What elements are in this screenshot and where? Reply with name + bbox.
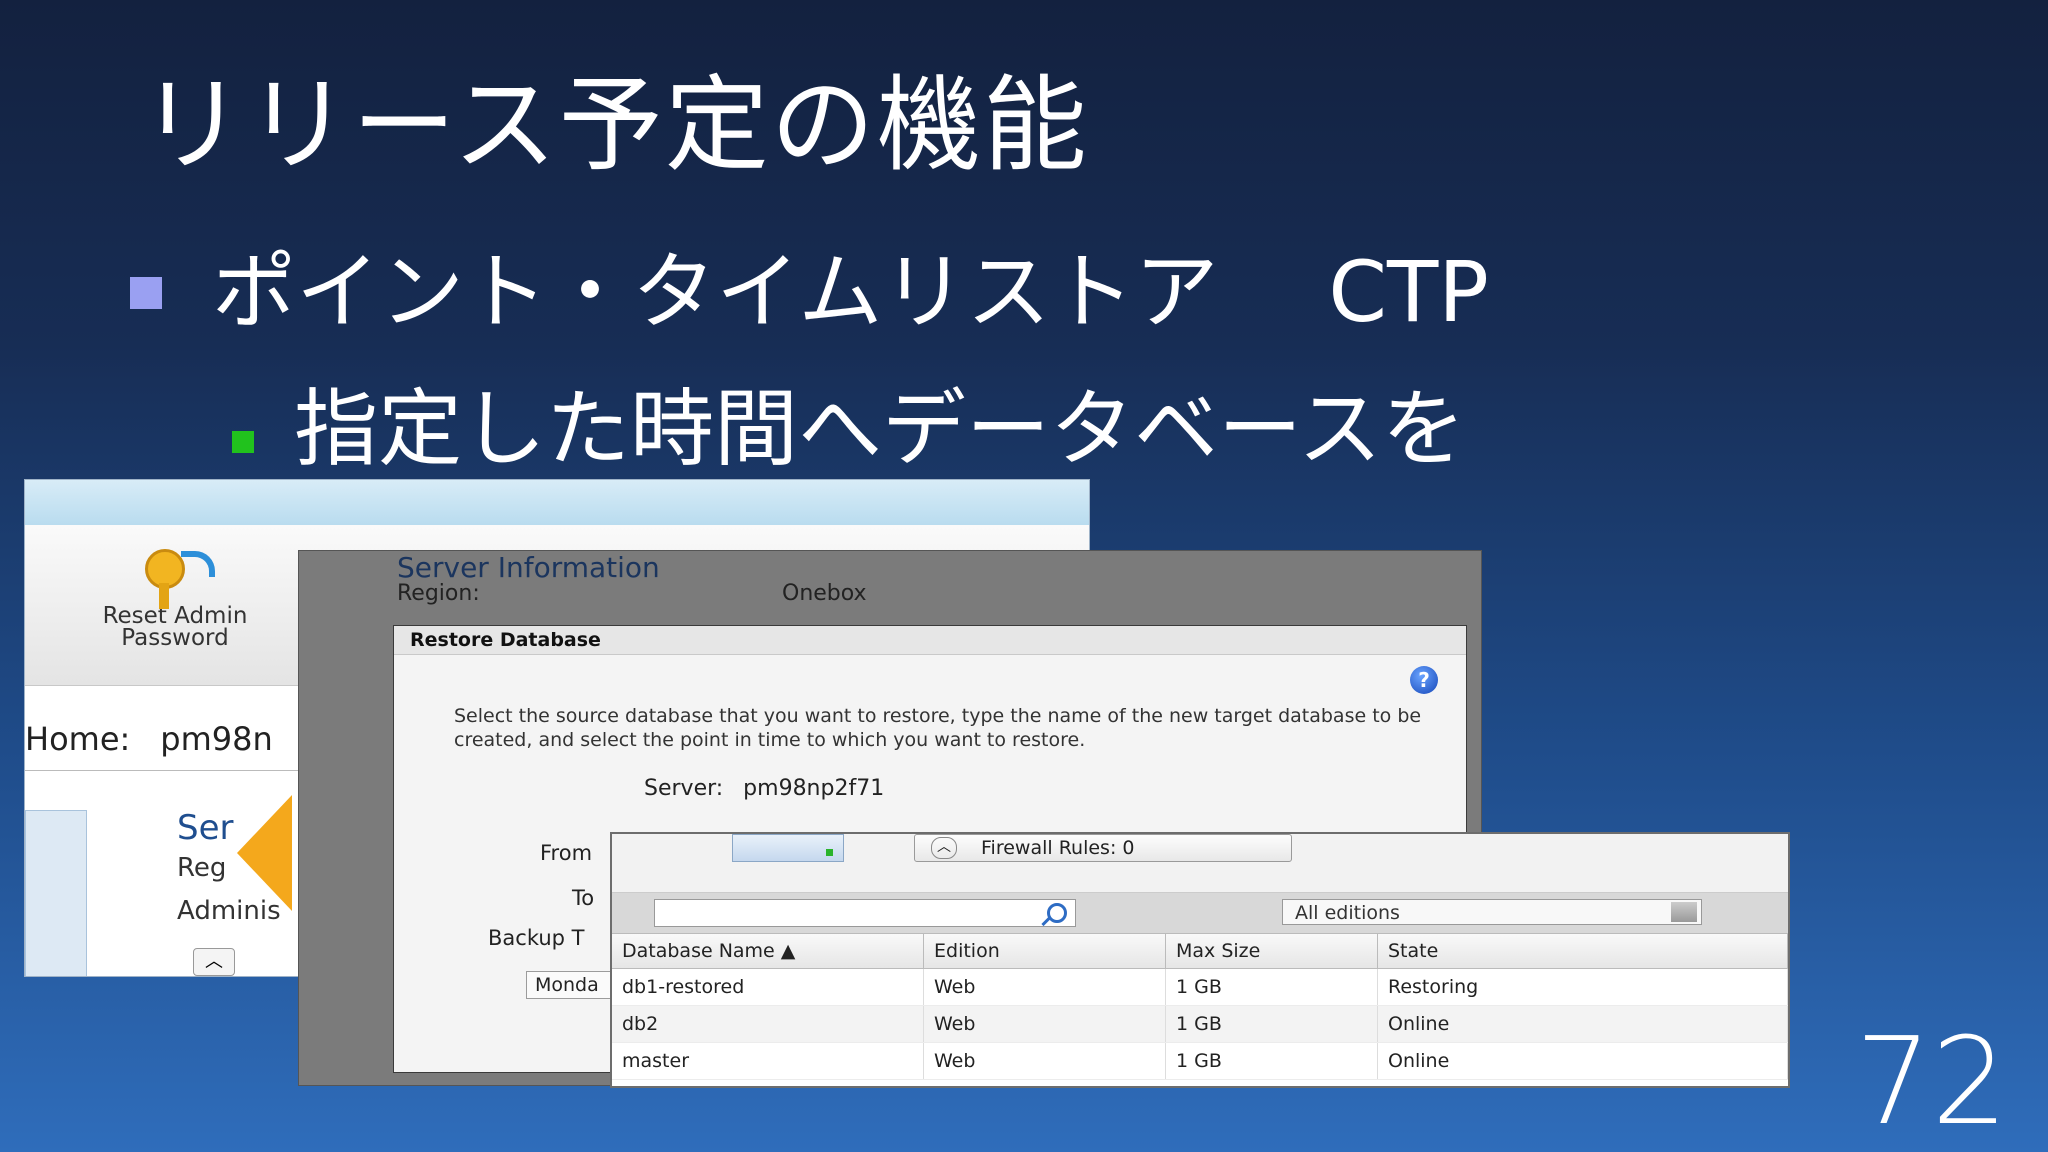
max-size-cell: 1 GB (1165, 1042, 1378, 1080)
page-number: 72 (1855, 1013, 2008, 1152)
edition-filter-value: All editions (1295, 902, 1400, 924)
from-label: From (540, 841, 593, 865)
column-database-name[interactable]: Database Name ▲ (612, 934, 924, 969)
navigation-panel[interactable] (25, 810, 87, 976)
firewall-rules-label: Firewall Rules: 0 (981, 837, 1135, 859)
state-cell: Restoring (1377, 968, 1788, 1006)
region-label: Region: (397, 581, 480, 606)
max-size-cell: 1 GB (1165, 1005, 1378, 1043)
sub-bullet: 指定した時間へデータベースを (232, 362, 1466, 483)
chevron-down-icon[interactable] (1671, 902, 1697, 922)
region-row: Region: Onebox (397, 581, 997, 606)
bullet-marker (130, 277, 162, 309)
table-row[interactable]: master Web 1 GB Online (612, 1042, 1788, 1080)
edition-cell: Web (923, 1005, 1166, 1043)
table-header-row: Database Name ▲ Edition Max Size State (612, 934, 1788, 969)
bullet-point-in-time-restore: ポイント・タイムリストア CTP (130, 225, 1489, 346)
state-cell: Online (1377, 1005, 1788, 1043)
region-label: Reg (177, 853, 227, 883)
chevron-up-icon: ︿ (931, 837, 957, 859)
slide-title: リリース予定の機能 (140, 64, 1089, 186)
bullet1-text: ポイント・タイムリストア (212, 243, 1219, 341)
key-icon (135, 545, 215, 609)
sub-bullet-marker (232, 431, 254, 453)
column-max-size[interactable]: Max Size (1165, 934, 1378, 969)
database-search-input[interactable] (654, 899, 1076, 927)
server-label: Server: (644, 776, 724, 801)
chevron-up-icon[interactable]: ︿ (193, 948, 235, 976)
search-icon[interactable] (1047, 903, 1067, 923)
database-name-cell: db1-restored (612, 968, 924, 1006)
home-server-name[interactable]: pm98n (160, 720, 272, 758)
edition-cell: Web (923, 1042, 1166, 1080)
window-top-bar (25, 480, 1089, 525)
edition-filter-dropdown[interactable]: All editions (1282, 899, 1702, 925)
server-value: pm98np2f71 (743, 776, 885, 801)
max-size-cell: 1 GB (1165, 968, 1378, 1006)
orange-arrow-icon (237, 795, 292, 911)
database-list-top: ︿ Firewall Rules: 0 (612, 834, 1788, 893)
bullet2-text: 指定した時間へデータベースを (294, 380, 1466, 478)
database-name-cell: master (612, 1042, 924, 1080)
home-label: Home: (25, 720, 131, 758)
edition-cell: Web (923, 968, 1166, 1006)
table-row[interactable]: db1-restored Web 1 GB Restoring (612, 968, 1788, 1006)
column-state[interactable]: State (1377, 934, 1788, 969)
server-row: Server: pm98np2f71 (644, 776, 884, 801)
reset-admin-password-label: Reset Admin Password (102, 603, 248, 651)
column-edition[interactable]: Edition (923, 934, 1166, 969)
dialog-description: Select the source database that you want… (454, 705, 1422, 751)
database-list-window: ︿ Firewall Rules: 0 All editions Database… (610, 832, 1790, 1088)
database-name-cell: db2 (612, 1005, 924, 1043)
firewall-rules-button[interactable]: ︿ Firewall Rules: 0 (914, 834, 1292, 862)
table-row[interactable]: db2 Web 1 GB Online (612, 1005, 1788, 1043)
status-indicator (732, 834, 844, 862)
region-value: Onebox (782, 581, 867, 606)
server-information-title: Server Information (397, 551, 660, 584)
reset-admin-password-button[interactable]: Reset Admin Password (85, 545, 265, 651)
backup-time-label: Backup T (488, 926, 585, 950)
dialog-title: Restore Database (394, 626, 1466, 655)
divider (25, 770, 305, 771)
database-table: Database Name ▲ Edition Max Size State d… (612, 934, 1788, 1080)
filter-bar: All editions (612, 893, 1788, 934)
bullet1-tag: CTP (1328, 243, 1489, 341)
help-icon[interactable]: ? (1410, 666, 1438, 694)
state-cell: Online (1377, 1042, 1788, 1080)
server-section-title: Ser (177, 808, 234, 848)
breadcrumb: Home: pm98n (25, 720, 273, 758)
to-label: To (572, 886, 595, 910)
